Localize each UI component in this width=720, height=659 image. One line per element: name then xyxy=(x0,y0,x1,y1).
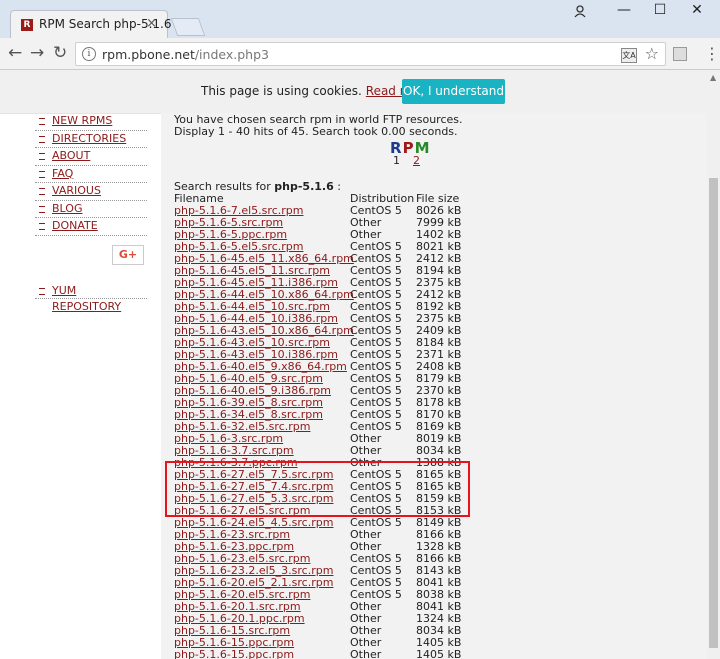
rpm-file-link[interactable]: php-5.1.6-15.ppc.rpm xyxy=(174,649,294,659)
sidebar-item-about[interactable]: ABOUT xyxy=(35,148,147,166)
sidebar-item-label[interactable]: NEW RPMS xyxy=(52,114,112,127)
main-panel: You have chosen search rpm in world FTP … xyxy=(161,113,707,659)
sidebar-item-faq[interactable]: FAQ xyxy=(35,166,147,183)
cookie-message: This page is using cookies. xyxy=(201,84,362,98)
scrollbar[interactable]: ▲ xyxy=(707,70,720,659)
url-domain: rpm.pbone.net xyxy=(102,47,195,62)
sidebar-item-label[interactable]: VARIOUS xyxy=(52,184,101,197)
maximize-icon[interactable]: ☐ xyxy=(650,2,670,18)
page-number-current: 1 xyxy=(393,154,400,167)
cookie-accept-button[interactable]: OK, I understand xyxy=(402,79,505,104)
back-icon[interactable]: ← xyxy=(8,43,22,63)
bullet-icon xyxy=(39,188,45,195)
filesize-cell: 1405 kB xyxy=(416,648,462,659)
close-icon[interactable]: ✕ xyxy=(687,2,707,18)
sidebar-item-blog[interactable]: BLOG xyxy=(35,201,147,218)
minimize-icon[interactable]: — xyxy=(614,2,634,18)
cookie-text: This page is using cookies. Read more xyxy=(201,84,431,98)
sidebar-item-label[interactable]: YUM REPOSITORY xyxy=(52,284,121,313)
user-icon[interactable] xyxy=(573,4,587,18)
sidebar-item-label[interactable]: DIRECTORIES xyxy=(52,132,126,145)
browser-tab[interactable]: R RPM Search php-5.1.6 × xyxy=(10,10,172,38)
tab-close-icon[interactable]: × xyxy=(146,16,157,31)
scrollbar-thumb[interactable] xyxy=(709,178,718,648)
title-bar: R RPM Search php-5.1.6 × — ☐ ✕ xyxy=(0,0,720,38)
page-content: This page is using cookies. Read more OK,… xyxy=(0,70,707,659)
sidebar-item-various[interactable]: VARIOUS xyxy=(35,183,147,201)
bullet-icon xyxy=(39,170,45,178)
search-stats: Display 1 - 40 hits of 45. Search took 0… xyxy=(174,125,458,138)
url-path: /index.php3 xyxy=(194,47,269,62)
scroll-up-icon[interactable]: ▲ xyxy=(710,73,716,82)
results-query: php-5.1.6 xyxy=(274,180,334,193)
cookie-banner: This page is using cookies. Read more OK,… xyxy=(0,70,707,114)
bullet-icon xyxy=(39,223,45,230)
forward-icon[interactable]: → xyxy=(30,43,44,63)
annotation-highlight-box xyxy=(165,461,470,517)
bullet-icon xyxy=(39,118,45,125)
bullet-icon xyxy=(39,205,45,213)
table-row: php-5.1.6-15.ppc.rpm Other 1405 kB xyxy=(161,649,707,659)
bookmark-star-icon[interactable]: ☆ xyxy=(645,44,659,63)
results-suffix: : xyxy=(333,180,341,193)
bullet-icon xyxy=(39,153,45,160)
sidebar-item-donate[interactable]: DONATE xyxy=(35,218,147,236)
page-number-link[interactable]: 2 xyxy=(413,154,420,167)
bullet-icon xyxy=(39,288,45,295)
google-plus-button[interactable]: G+ xyxy=(112,245,144,265)
sidebar-item-label[interactable]: ABOUT xyxy=(52,149,90,162)
reload-icon[interactable]: ↻ xyxy=(53,43,67,63)
sidebar-item-directories[interactable]: DIRECTORIES xyxy=(35,131,147,148)
favicon-icon: R xyxy=(21,19,33,31)
menu-icon[interactable]: ⋮ xyxy=(704,44,720,63)
sidebar-item-new-rpms[interactable]: NEW RPMS xyxy=(35,113,147,131)
bullet-icon xyxy=(39,135,45,143)
browser-toolbar: ← → ↻ i rpm.pbone.net/index.php3 文A ☆ ⋮ xyxy=(0,38,720,70)
sidebar-item-yum-repository[interactable]: YUM REPOSITORY xyxy=(35,283,147,313)
sidebar: NEW RPMS DIRECTORIES ABOUT FAQ VARIOUS B… xyxy=(35,113,147,236)
sidebar-item-label[interactable]: BLOG xyxy=(52,202,82,215)
extension-icon[interactable] xyxy=(673,47,687,61)
sidebar-item-label[interactable]: FAQ xyxy=(52,167,73,180)
new-tab-button[interactable] xyxy=(170,18,206,36)
sidebar-item-label[interactable]: DONATE xyxy=(52,219,98,232)
info-icon[interactable]: i xyxy=(82,47,96,61)
address-bar[interactable]: i rpm.pbone.net/index.php3 文A ☆ xyxy=(75,42,666,66)
translate-icon[interactable]: 文A xyxy=(621,48,637,63)
distribution-cell: Other xyxy=(350,648,382,659)
url-text[interactable]: rpm.pbone.net/index.php3 xyxy=(102,47,269,62)
